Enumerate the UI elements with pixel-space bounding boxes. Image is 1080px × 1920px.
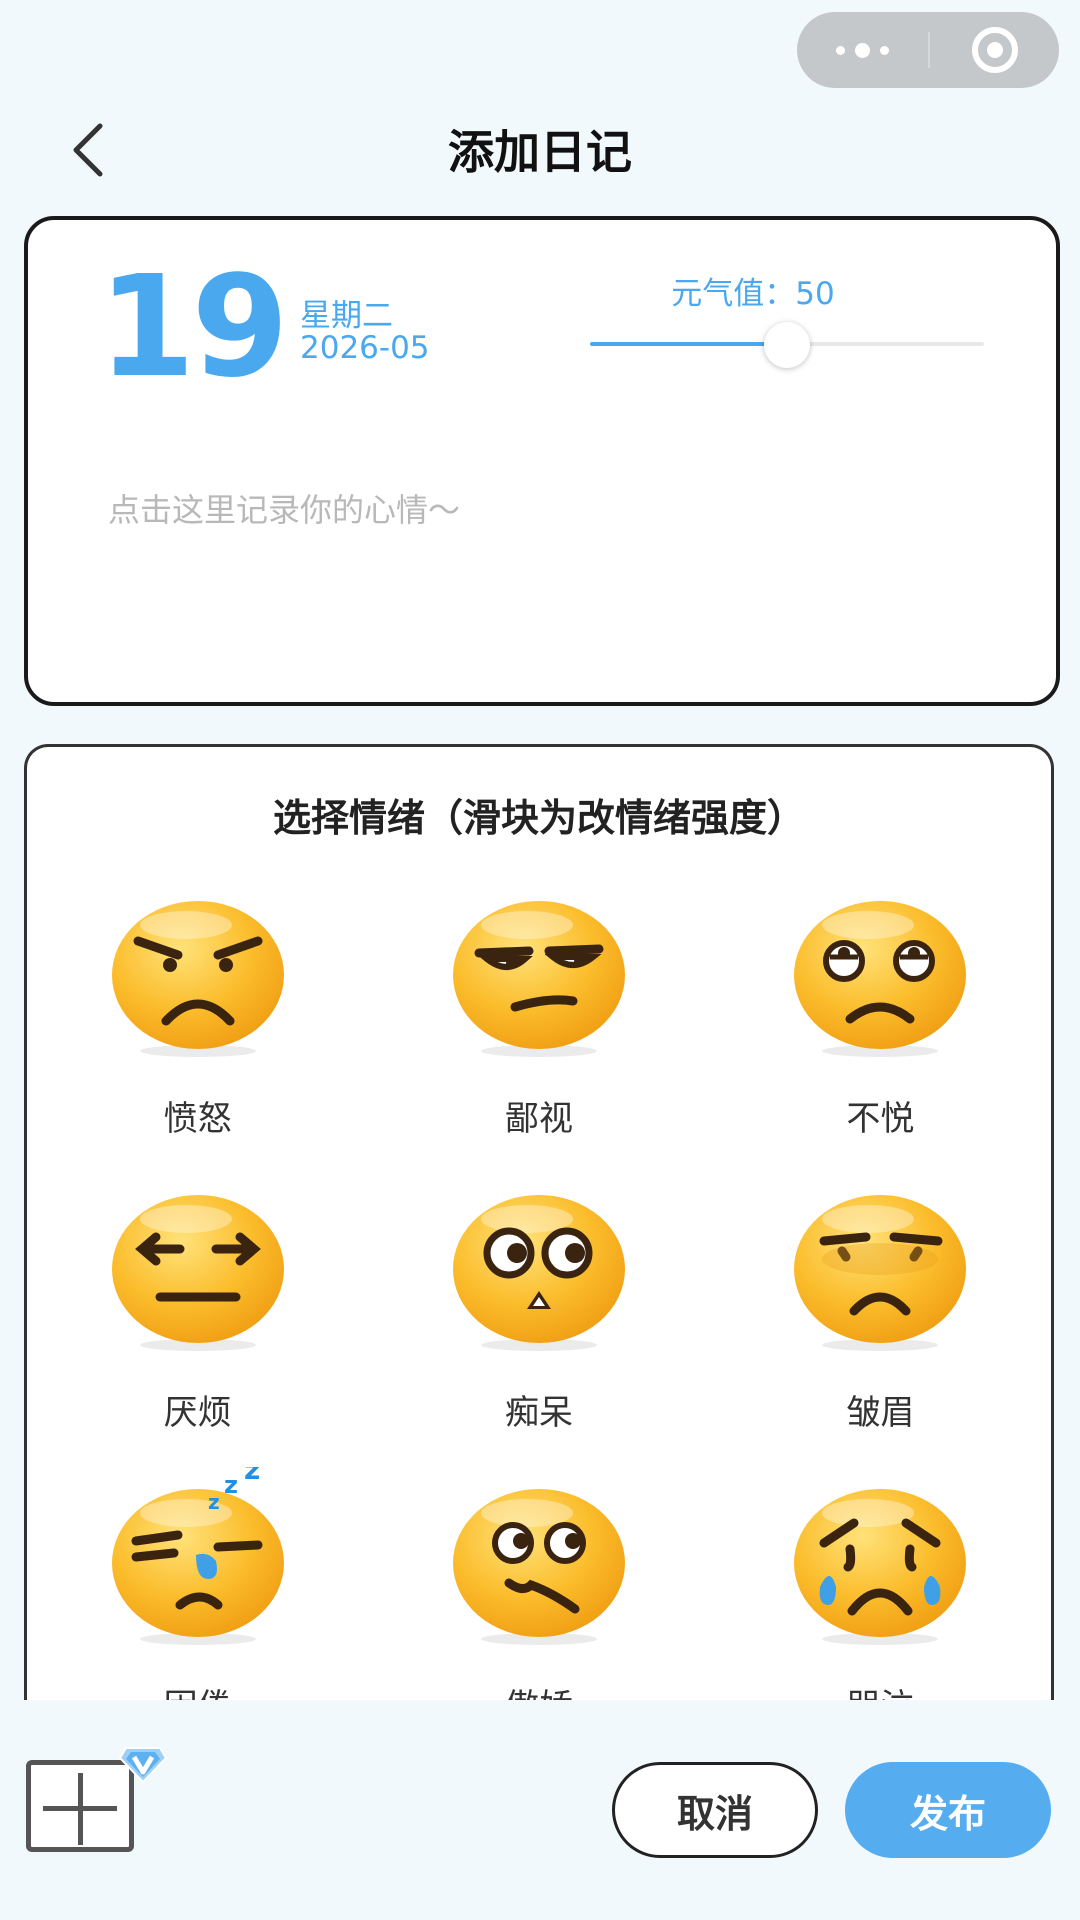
emotion-label: 痴呆 (504, 1393, 573, 1433)
date-year-month: 2026-05 (300, 330, 430, 366)
svg-text:z: z (244, 1467, 260, 1486)
emoji-frown-icon (794, 1195, 967, 1351)
cancel-button[interactable]: 取消 (612, 1762, 818, 1858)
energy-slider[interactable] (590, 320, 984, 368)
bottom-bar: 取消 发布 (0, 1700, 1080, 1920)
emoji-bored-icon (111, 1195, 284, 1351)
emotion-item-bored[interactable]: 厌烦 (27, 1173, 368, 1447)
emotion-section-title: 选择情绪（滑块为改情绪强度） (272, 796, 805, 840)
emotion-label: 不悦 (846, 1099, 915, 1139)
add-diary-page: 添加日记 19 星期二 2026-05 元气值：50 选择情绪（滑块为改情绪强度… (0, 0, 1080, 1920)
emotion-label: 鄙视 (504, 1099, 573, 1139)
emoji-dazed-icon (452, 1195, 625, 1351)
more-dots-icon[interactable] (797, 12, 928, 88)
diary-card: 19 星期二 2026-05 元气值：50 (24, 216, 1060, 706)
mood-input[interactable] (108, 480, 988, 540)
target-icon[interactable] (930, 12, 1059, 88)
emotion-grid: 愤怒 鄙视 不悦 厌烦 痴呆 皱眉 z z z (27, 879, 1051, 1741)
emotion-label: 皱眉 (846, 1393, 915, 1433)
emoji-angry-icon (111, 901, 284, 1057)
emoji-proud-icon (452, 1489, 625, 1645)
svg-text:z: z (208, 1490, 220, 1514)
emotion-label: 厌烦 (163, 1393, 232, 1433)
emotion-card: 选择情绪（滑块为改情绪强度） 愤怒 鄙视 不悦 厌烦 痴呆 皱眉 z z z (24, 744, 1054, 1744)
vip-diamond-icon (118, 1747, 168, 1784)
miniprogram-capsule (797, 12, 1059, 88)
svg-text:z: z (224, 1471, 238, 1499)
emotion-item-frown[interactable]: 皱眉 (710, 1173, 1051, 1447)
emoji-displeased-icon (794, 901, 967, 1057)
emoji-sleepy-icon: z z z (111, 1467, 284, 1645)
emotion-item-angry[interactable]: 愤怒 (27, 879, 368, 1153)
emotion-item-dazed[interactable]: 痴呆 (368, 1173, 709, 1447)
slider-thumb[interactable] (764, 322, 810, 368)
emoji-crying-icon (794, 1489, 967, 1645)
date-weekday: 星期二 (300, 298, 393, 334)
publish-button[interactable]: 发布 (845, 1762, 1051, 1858)
slider-fill (590, 342, 787, 346)
emotion-label: 愤怒 (163, 1099, 232, 1139)
energy-label: 元气值：50 (671, 276, 835, 312)
emotion-item-displeased[interactable]: 不悦 (710, 879, 1051, 1153)
date-day: 19 (98, 246, 289, 409)
emotion-item-scorn[interactable]: 鄙视 (368, 879, 709, 1153)
emoji-scorn-icon (452, 901, 625, 1057)
page-title: 添加日记 (448, 125, 632, 179)
